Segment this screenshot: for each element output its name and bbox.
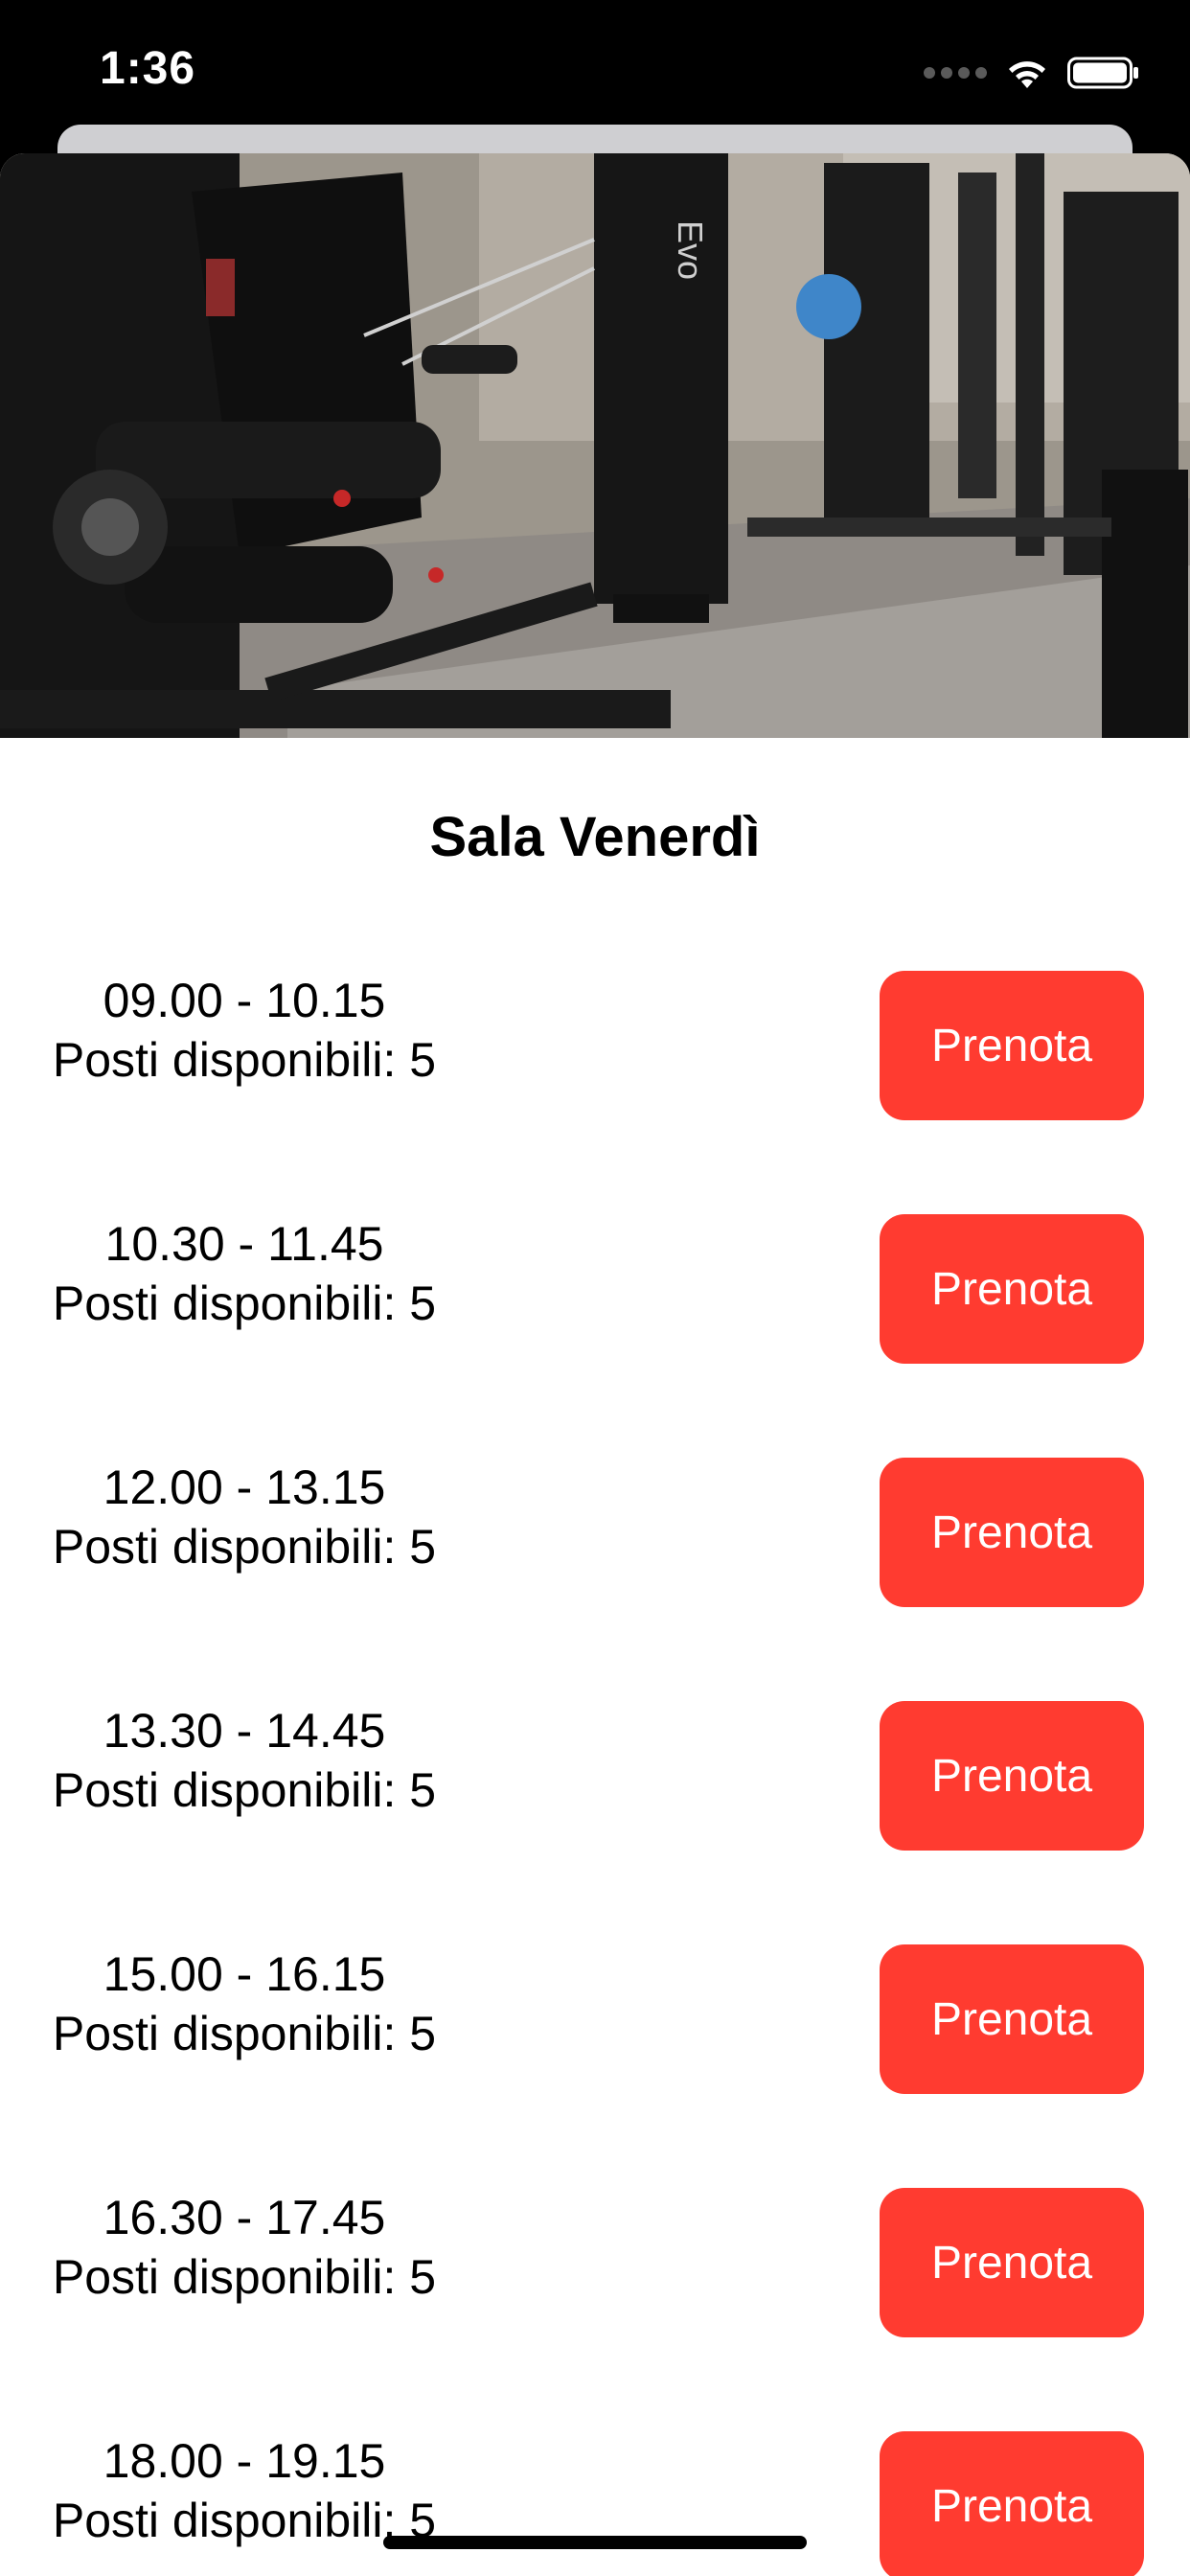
page-title: Sala Venerdì — [429, 806, 761, 868]
book-button[interactable]: Prenota — [880, 1701, 1144, 1851]
slot-row: 10.30 - 11.45 Posti disponibili: 5 Preno… — [0, 1214, 1190, 1458]
slot-seats: Posti disponibili: 5 — [52, 1033, 437, 1087]
book-button[interactable]: Prenota — [880, 971, 1144, 1120]
gym-photo-icon: Evo — [0, 153, 1190, 738]
book-button[interactable]: Prenota — [880, 1458, 1144, 1607]
slot-row: 12.00 - 13.15 Posti disponibili: 5 Preno… — [0, 1458, 1190, 1701]
status-time: 1:36 — [100, 43, 196, 94]
slot-time: 16.30 - 17.45 — [103, 2191, 386, 2244]
slot-info: 15.00 - 16.15 Posti disponibili: 5 — [46, 1944, 443, 2063]
book-button[interactable]: Prenota — [880, 2431, 1144, 2576]
slot-seats: Posti disponibili: 5 — [52, 1763, 437, 1817]
book-button[interactable]: Prenota — [880, 1944, 1144, 2094]
status-bar: 1:36 — [0, 0, 1190, 144]
slot-time: 13.30 - 14.45 — [103, 1704, 386, 1758]
home-indicator[interactable] — [383, 2536, 807, 2549]
signal-dots-icon — [924, 67, 987, 79]
slot-row: 16.30 - 17.45 Posti disponibili: 5 Preno… — [0, 2188, 1190, 2431]
slot-seats: Posti disponibili: 5 — [52, 1520, 437, 1574]
slot-row: 15.00 - 16.15 Posti disponibili: 5 Preno… — [0, 1944, 1190, 2188]
wifi-icon — [1009, 61, 1045, 88]
slot-time: 10.30 - 11.45 — [104, 1217, 384, 1271]
slot-seats: Posti disponibili: 5 — [52, 2007, 437, 2060]
slot-info: 13.30 - 14.45 Posti disponibili: 5 — [46, 1701, 443, 1820]
status-icons — [924, 50, 1140, 96]
slot-info: 18.00 - 19.15 Posti disponibili: 5 — [46, 2431, 443, 2550]
slot-info: 12.00 - 13.15 Posti disponibili: 5 — [46, 1458, 443, 1576]
slot-list: 09.00 - 10.15 Posti disponibili: 5 Preno… — [0, 971, 1190, 2576]
slot-info: 10.30 - 11.45 Posti disponibili: 5 — [46, 1214, 443, 1333]
battery-icon — [1067, 57, 1138, 89]
book-button[interactable]: Prenota — [880, 1214, 1144, 1364]
slot-time: 15.00 - 16.15 — [103, 1947, 386, 2001]
book-button[interactable]: Prenota — [880, 2188, 1144, 2337]
slot-info: 09.00 - 10.15 Posti disponibili: 5 — [46, 971, 443, 1090]
slot-row: 13.30 - 14.45 Posti disponibili: 5 Preno… — [0, 1701, 1190, 1944]
slot-time: 09.00 - 10.15 — [103, 974, 386, 1027]
booking-sheet: Evo Sala Venerdì 09.00 - 10.15 Posti dis… — [0, 153, 1190, 2576]
slot-time: 18.00 - 19.15 — [103, 2434, 386, 2488]
slot-row: 18.00 - 19.15 Posti disponibili: 5 Preno… — [0, 2431, 1190, 2576]
slot-seats: Posti disponibili: 5 — [52, 2250, 437, 2304]
slot-seats: Posti disponibili: 5 — [52, 1276, 437, 1330]
slot-row: 09.00 - 10.15 Posti disponibili: 5 Preno… — [0, 971, 1190, 1214]
slot-info: 16.30 - 17.45 Posti disponibili: 5 — [46, 2188, 443, 2307]
wall-text: Evo — [671, 220, 710, 280]
slot-time: 12.00 - 13.15 — [103, 1460, 386, 1514]
